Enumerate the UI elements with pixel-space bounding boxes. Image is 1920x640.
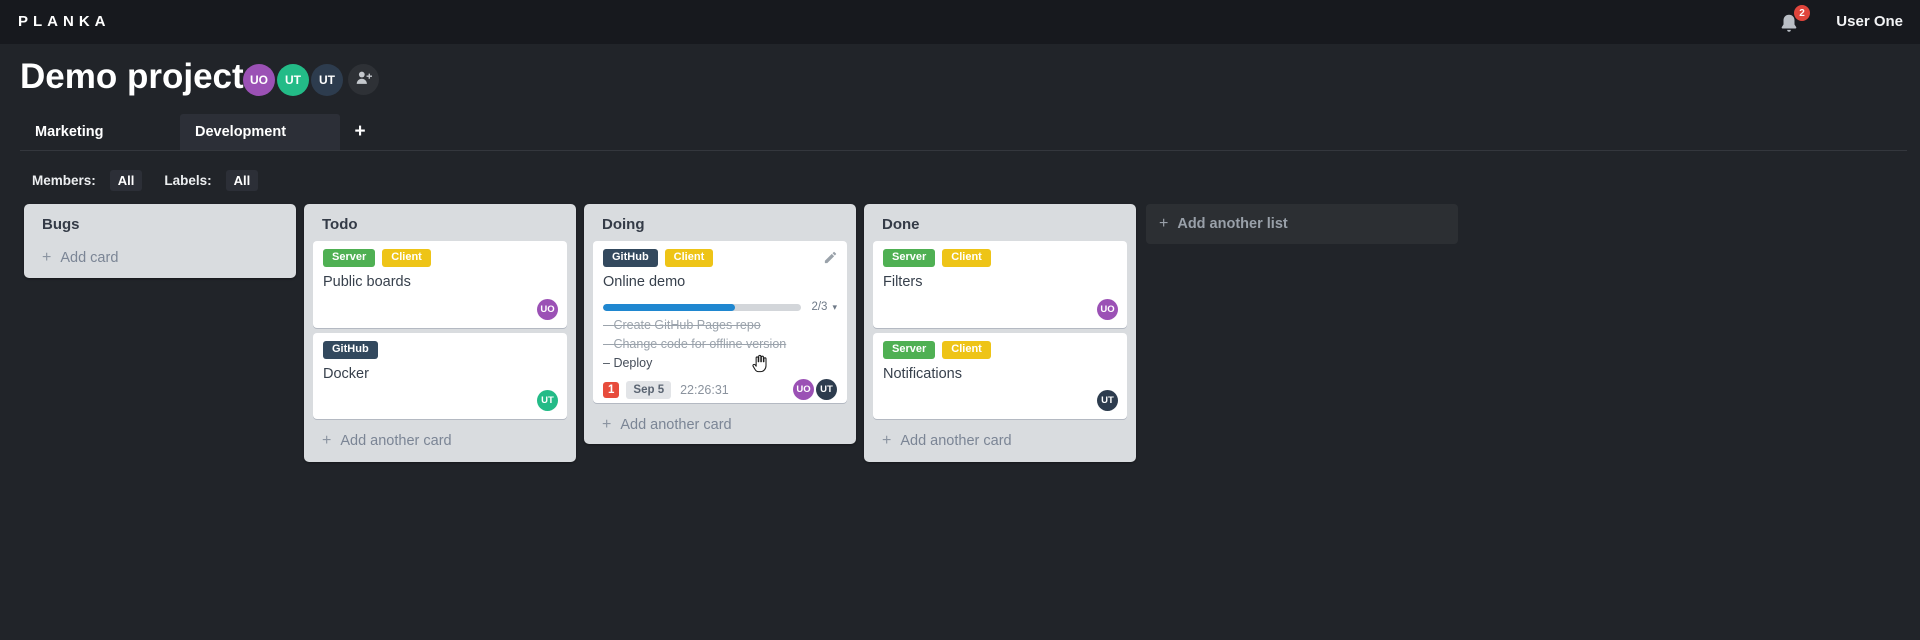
plus-icon: + bbox=[602, 416, 612, 433]
due-date-badge[interactable]: Sep 5 bbox=[626, 380, 672, 399]
plus-icon: + bbox=[1159, 215, 1169, 232]
avatar[interactable]: UO bbox=[1097, 299, 1118, 320]
add-list-button[interactable]: + Add another list bbox=[1146, 204, 1458, 244]
tab-development[interactable]: Development bbox=[180, 114, 340, 150]
avatar[interactable]: UT bbox=[1097, 390, 1118, 411]
progress-fill bbox=[603, 303, 736, 311]
label-server[interactable]: Server bbox=[323, 249, 376, 267]
labels-filter-label: Labels: bbox=[164, 172, 212, 188]
avatar[interactable]: UO bbox=[243, 64, 275, 96]
avatar[interactable]: UO bbox=[793, 379, 814, 400]
list-title[interactable]: Todo bbox=[304, 204, 576, 241]
card-labels: GitHub bbox=[323, 341, 557, 359]
card-title: Filters bbox=[883, 274, 923, 290]
card-title: Public boards bbox=[323, 274, 411, 290]
avatar[interactable]: UT bbox=[537, 390, 558, 411]
add-board-button[interactable]: + bbox=[340, 114, 380, 150]
card-members: UO UT bbox=[793, 379, 837, 400]
list-todo: Todo Server Client Public boards UO GitH… bbox=[304, 204, 576, 462]
add-card-label: Add card bbox=[60, 250, 119, 266]
card-labels: Server Client bbox=[883, 249, 1117, 267]
list-done: Done Server Client Filters UO Server Cli… bbox=[864, 204, 1136, 462]
avatar[interactable]: UT bbox=[816, 379, 837, 400]
notification-count-badge: 2 bbox=[1794, 5, 1810, 21]
card-online-demo[interactable]: GitHub Client Online demo 2/3 ▾ Create G… bbox=[593, 241, 847, 403]
label-github[interactable]: GitHub bbox=[323, 341, 378, 359]
card-filters[interactable]: Server Client Filters UO bbox=[873, 241, 1127, 328]
card-labels: Server Client bbox=[883, 341, 1117, 359]
add-member-button[interactable] bbox=[348, 64, 379, 95]
chevron-down-icon[interactable]: ▾ bbox=[832, 302, 837, 313]
members-filter-label: Members: bbox=[32, 172, 96, 188]
label-client[interactable]: Client bbox=[382, 249, 431, 267]
task-item: Change code for offline version bbox=[603, 337, 837, 351]
add-card-label: Add another card bbox=[620, 417, 732, 433]
task-progress: 2/3 ▾ bbox=[603, 301, 837, 313]
card-labels: GitHub Client bbox=[603, 249, 837, 267]
card-title: Docker bbox=[323, 366, 369, 382]
list-title[interactable]: Done bbox=[864, 204, 1136, 241]
project-title: Demo project bbox=[20, 57, 244, 96]
task-item: Deploy bbox=[603, 356, 837, 370]
card-labels: Server Client bbox=[323, 249, 557, 267]
plus-icon: + bbox=[882, 432, 892, 449]
plus-icon: + bbox=[42, 249, 52, 266]
card-notification-badge: 1 bbox=[603, 381, 620, 398]
avatar[interactable]: UT bbox=[277, 64, 309, 96]
plus-icon: + bbox=[322, 432, 332, 449]
progress-fraction: 2/3 bbox=[811, 301, 828, 313]
label-server[interactable]: Server bbox=[883, 341, 936, 359]
card-docker[interactable]: GitHub Docker UT bbox=[313, 333, 567, 419]
notifications-button[interactable]: 2 bbox=[1778, 5, 1810, 35]
task-list: Create GitHub Pages repo Change code for… bbox=[603, 318, 837, 370]
members-filter-value[interactable]: All bbox=[109, 169, 143, 191]
label-github[interactable]: GitHub bbox=[603, 249, 658, 267]
labels-filter-value[interactable]: All bbox=[225, 169, 259, 191]
add-card-button[interactable]: + Add another card bbox=[304, 424, 576, 462]
card-title: Online demo bbox=[603, 274, 686, 290]
add-card-button[interactable]: + Add another card bbox=[864, 424, 1136, 462]
plus-icon: + bbox=[354, 121, 366, 142]
add-card-label: Add another card bbox=[340, 433, 452, 449]
filter-bar: Members: All Labels: All bbox=[32, 168, 259, 192]
label-client[interactable]: Client bbox=[942, 341, 991, 359]
top-bar: PLANKA 2 User One bbox=[0, 0, 1920, 44]
board-tabs: Marketing Development + bbox=[20, 114, 1907, 151]
user-menu[interactable]: User One bbox=[1836, 0, 1903, 44]
list-doing: Doing GitHub Client Online demo 2/3 ▾ Cr… bbox=[584, 204, 856, 444]
hand-cursor bbox=[750, 351, 773, 379]
task-item: Create GitHub Pages repo bbox=[603, 318, 837, 332]
list-title[interactable]: Bugs bbox=[24, 204, 296, 241]
add-card-label: Add another card bbox=[900, 433, 1012, 449]
card-title: Notifications bbox=[883, 366, 962, 382]
edit-pencil-icon[interactable] bbox=[823, 250, 838, 270]
person-add-icon bbox=[355, 70, 372, 90]
add-card-button[interactable]: + Add card bbox=[24, 241, 296, 279]
progress-track bbox=[603, 303, 802, 311]
add-list-label: Add another list bbox=[1177, 216, 1288, 232]
label-client[interactable]: Client bbox=[942, 249, 991, 267]
avatar[interactable]: UT bbox=[311, 64, 343, 96]
card-public-boards[interactable]: Server Client Public boards UO bbox=[313, 241, 567, 328]
card-meta: 1 Sep 5 22:26:31 UO UT bbox=[603, 379, 837, 400]
project-members: UO UT UT bbox=[243, 64, 379, 96]
label-server[interactable]: Server bbox=[883, 249, 936, 267]
label-client[interactable]: Client bbox=[664, 249, 714, 267]
card-notifications[interactable]: Server Client Notifications UT bbox=[873, 333, 1127, 419]
list-bugs: Bugs + Add card bbox=[24, 204, 296, 278]
add-card-button[interactable]: + Add another card bbox=[584, 408, 856, 446]
list-title[interactable]: Doing bbox=[584, 204, 856, 241]
planka-logo: PLANKA bbox=[18, 13, 111, 30]
avatar[interactable]: UO bbox=[537, 299, 558, 320]
timer-badge[interactable]: 22:26:31 bbox=[680, 383, 729, 397]
tab-marketing[interactable]: Marketing bbox=[20, 114, 180, 150]
